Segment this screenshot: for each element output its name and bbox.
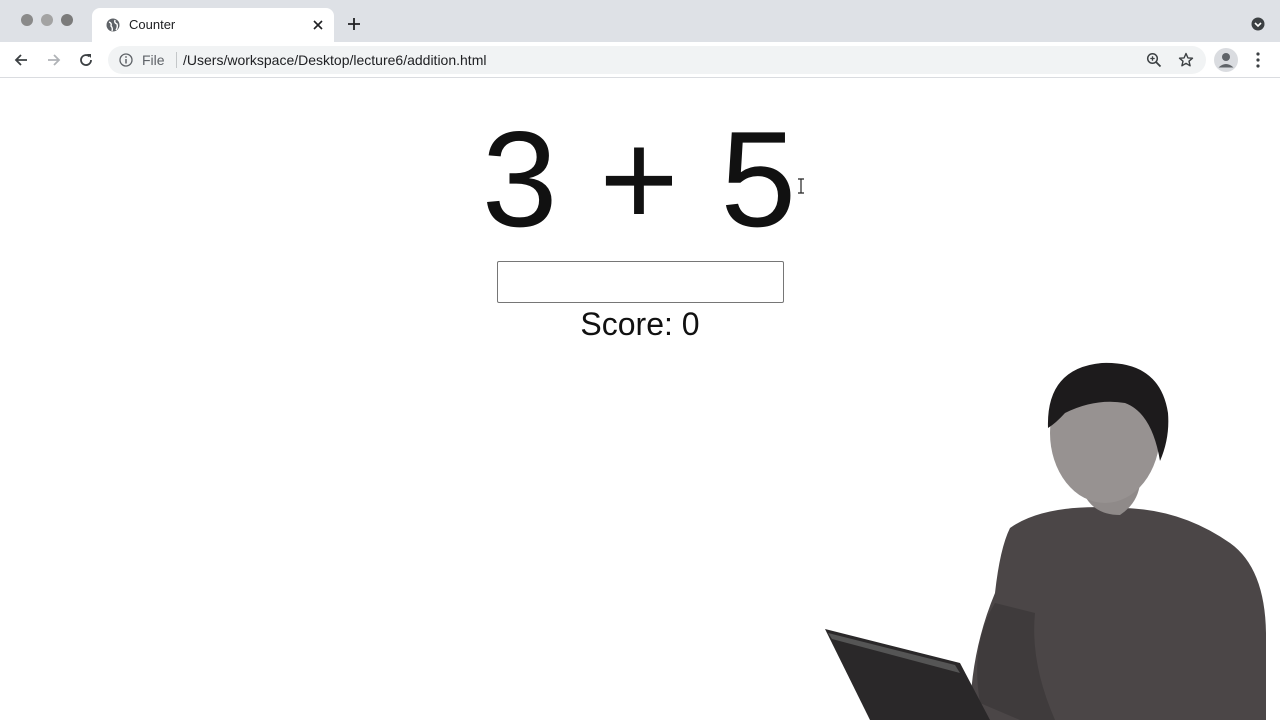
plus-icon[interactable] bbox=[346, 16, 362, 32]
person-icon bbox=[1218, 53, 1234, 68]
text-cursor-icon bbox=[798, 178, 804, 194]
active-tab[interactable]: Counter bbox=[92, 8, 334, 42]
globe-icon bbox=[106, 18, 120, 32]
zoom-window-button[interactable] bbox=[61, 14, 73, 26]
profile-icon[interactable] bbox=[1214, 48, 1238, 72]
address-bar[interactable]: File /Users/workspace/Desktop/lecture6/a… bbox=[108, 46, 1206, 74]
page-content: 3 + 5 Score: 0 bbox=[0, 79, 1280, 720]
answer-input[interactable] bbox=[497, 261, 784, 303]
close-icon[interactable] bbox=[310, 17, 326, 33]
forward-arrow-icon[interactable] bbox=[45, 51, 63, 69]
tab-search-icon[interactable] bbox=[1251, 17, 1265, 31]
address-divider bbox=[176, 52, 177, 68]
browser-toolbar: File /Users/workspace/Desktop/lecture6/a… bbox=[0, 42, 1280, 78]
menu-icon[interactable] bbox=[1255, 51, 1261, 69]
scheme-label: File bbox=[142, 52, 165, 68]
zoom-icon[interactable] bbox=[1146, 52, 1162, 68]
back-arrow-icon[interactable] bbox=[12, 51, 30, 69]
info-icon[interactable] bbox=[119, 53, 133, 67]
url-text[interactable]: /Users/workspace/Desktop/lecture6/additi… bbox=[183, 52, 486, 68]
score-display: Score: 0 bbox=[0, 304, 1280, 344]
score-label: Score: bbox=[580, 306, 673, 342]
tab-title: Counter bbox=[129, 17, 176, 32]
minimize-window-button[interactable] bbox=[41, 14, 53, 26]
star-icon[interactable] bbox=[1178, 52, 1194, 68]
close-window-button[interactable] bbox=[21, 14, 33, 26]
score-value: 0 bbox=[681, 306, 700, 342]
reload-icon[interactable] bbox=[77, 51, 95, 69]
problem-heading: 3 + 5 bbox=[481, 103, 799, 255]
tab-strip: Counter bbox=[0, 0, 1280, 42]
presenter-image bbox=[825, 362, 1266, 720]
